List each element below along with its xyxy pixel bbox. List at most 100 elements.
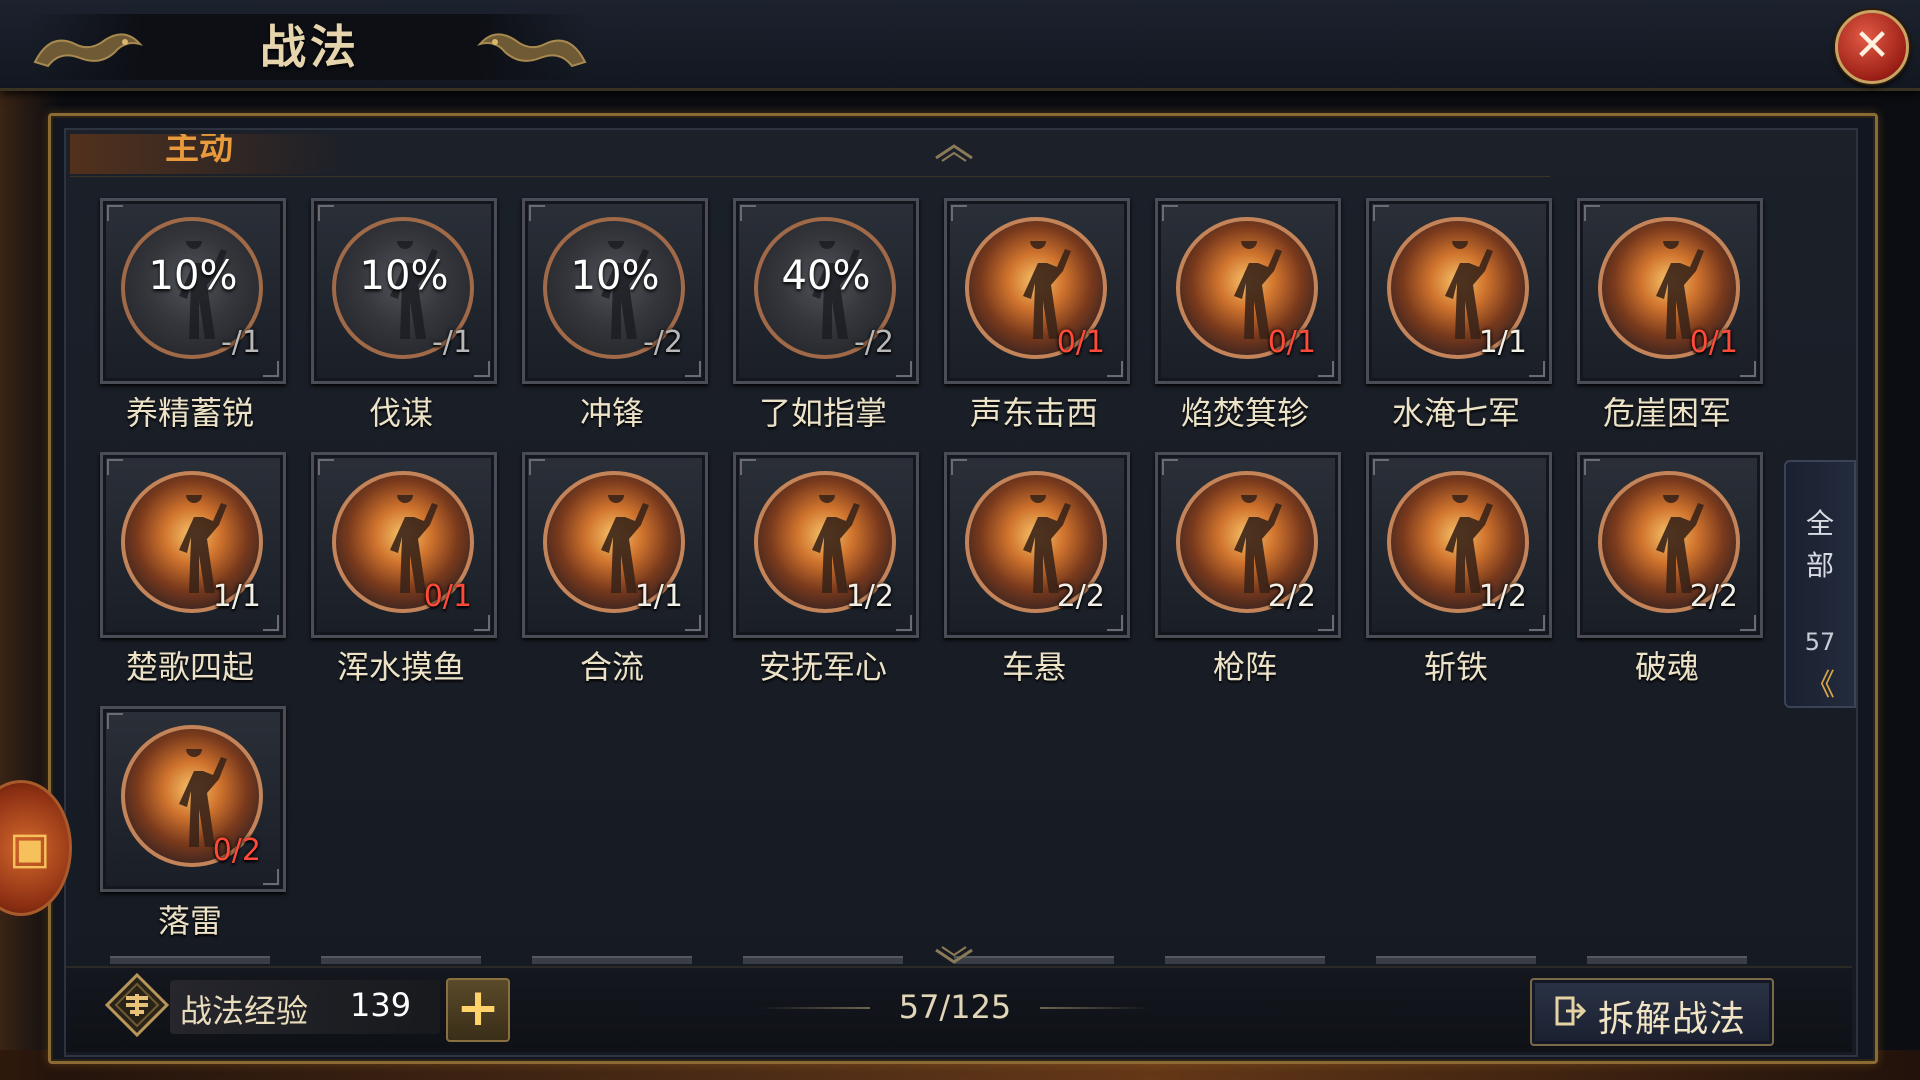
next-row-card-edge [532, 956, 692, 964]
skill-frame: 0/2 [100, 706, 286, 892]
skill-card[interactable]: 0/1 焰焚箕轸 [1155, 198, 1341, 448]
skill-count: 1/2 [1478, 579, 1527, 614]
skill-count: 0/1 [1267, 325, 1316, 360]
skill-name: 落雷 [157, 902, 222, 940]
skill-card[interactable]: 0/1 声东击西 [944, 198, 1130, 448]
skill-name: 危崖困军 [1602, 394, 1731, 432]
skill-count: -/2 [853, 325, 894, 360]
skill-count: -/1 [220, 325, 261, 360]
chest-icon: ▣ [9, 823, 51, 874]
skill-card[interactable]: 1/2 斩铁 [1366, 452, 1552, 702]
skill-card[interactable]: 10% -/1 养精蓄锐 [100, 198, 286, 448]
skill-name: 车悬 [1001, 648, 1066, 686]
skill-progress-percent: 40% [781, 253, 871, 299]
next-row-card-edge [1165, 956, 1325, 964]
skill-progress-percent: 10% [359, 253, 449, 299]
skill-count: 1/1 [1478, 325, 1527, 360]
skill-count: 0/1 [423, 579, 472, 614]
skill-card[interactable]: 1/1 楚歌四起 [100, 452, 286, 702]
section-tab-active[interactable]: 主动 [70, 134, 350, 174]
page-divider-left [760, 1007, 870, 1009]
skill-card[interactable]: 1/1 合流 [522, 452, 708, 702]
skill-frame: 0/1 [944, 198, 1130, 384]
skill-frame: 1/1 [522, 452, 708, 638]
skill-count: 2/2 [1056, 579, 1105, 614]
exp-label: 战法经验 [180, 992, 309, 1030]
skill-count: 2/2 [1689, 579, 1738, 614]
add-exp-button[interactable]: + [446, 978, 510, 1042]
skill-frame: 2/2 [1155, 452, 1341, 638]
collapse-chevron-icon[interactable]: 《 [1786, 660, 1854, 704]
next-row-card-edge [110, 956, 270, 964]
scroll-down-chevron-icon[interactable] [932, 946, 976, 966]
skill-card[interactable]: 2/2 破魂 [1577, 452, 1763, 702]
skill-count: 0/1 [1689, 325, 1738, 360]
skill-card[interactable]: 1/1 水淹七军 [1366, 198, 1552, 448]
skill-count: -/1 [431, 325, 472, 360]
skill-exp-icon [104, 972, 170, 1038]
dismantle-skill-button[interactable]: 拆解战法 [1530, 978, 1774, 1046]
skill-name: 合流 [579, 648, 644, 686]
skill-name: 安抚军心 [758, 648, 887, 686]
skill-count: 1/2 [845, 579, 894, 614]
filter-count: 57 [1804, 628, 1836, 656]
skill-name: 浑水摸鱼 [336, 648, 465, 686]
skill-frame: 10% -/1 [311, 198, 497, 384]
exp-value: 139 [350, 986, 412, 1024]
next-row-card-edge [1376, 956, 1536, 964]
skill-card[interactable]: 10% -/2 冲锋 [522, 198, 708, 448]
skill-frame: 0/1 [1155, 198, 1341, 384]
page-title: 战法 [260, 20, 360, 74]
skill-count: 1/1 [212, 579, 261, 614]
skill-frame: 10% -/2 [522, 198, 708, 384]
skill-count: 57/125 [898, 988, 1012, 1026]
skill-frame: 0/1 [1577, 198, 1763, 384]
filter-tab-all[interactable]: 全 部 57 《 [1784, 460, 1856, 708]
skill-name: 冲锋 [579, 394, 644, 432]
exit-arrow-icon [1555, 996, 1587, 1026]
skill-name: 楚歌四起 [125, 648, 254, 686]
dragon-ornament-left-icon [33, 33, 143, 68]
skill-progress-percent: 10% [148, 253, 238, 299]
skill-name: 声东击西 [969, 394, 1098, 432]
skill-frame: 10% -/1 [100, 198, 286, 384]
skill-name: 伐谋 [368, 394, 433, 432]
skill-name: 了如指掌 [758, 394, 887, 432]
plus-icon: + [456, 978, 500, 1038]
skill-progress-percent: 10% [570, 253, 660, 299]
skill-count: 0/2 [212, 833, 261, 868]
skill-card[interactable]: 10% -/1 伐谋 [311, 198, 497, 448]
skill-card[interactable]: 0/2 落雷 [100, 706, 286, 956]
skill-count: 0/1 [1056, 325, 1105, 360]
skill-name: 养精蓄锐 [125, 394, 254, 432]
close-icon: ✕ [1853, 20, 1891, 71]
skill-card[interactable]: 2/2 枪阵 [1155, 452, 1341, 702]
dismantle-label: 拆解战法 [1598, 999, 1747, 1040]
skill-card[interactable]: 0/1 危崖困军 [1577, 198, 1763, 448]
next-row-card-edge [1587, 956, 1747, 964]
skill-frame: 1/1 [100, 452, 286, 638]
skill-frame: 40% -/2 [733, 198, 919, 384]
skill-frame: 1/2 [1366, 452, 1552, 638]
skill-frame: 2/2 [944, 452, 1130, 638]
skill-name: 破魂 [1634, 648, 1699, 686]
next-row-card-edge [743, 956, 903, 964]
skill-count: -/2 [642, 325, 683, 360]
skill-card[interactable]: 1/2 安抚军心 [733, 452, 919, 702]
filter-label-line1: 全 [1805, 507, 1834, 540]
skill-name: 水淹七军 [1391, 394, 1520, 432]
section-divider [70, 176, 1550, 177]
next-row-card-edge [321, 956, 481, 964]
next-row-card-edge [954, 956, 1114, 964]
section-label: 主动 [165, 134, 233, 168]
skill-card[interactable]: 40% -/2 了如指掌 [733, 198, 919, 448]
skill-name: 焰焚箕轸 [1180, 394, 1309, 432]
skill-count: 2/2 [1267, 579, 1316, 614]
skill-name: 枪阵 [1212, 648, 1277, 686]
filter-label-line2: 部 [1805, 549, 1834, 582]
close-button[interactable]: ✕ [1835, 10, 1909, 84]
skill-card[interactable]: 2/2 车悬 [944, 452, 1130, 702]
skill-card[interactable]: 0/1 浑水摸鱼 [311, 452, 497, 702]
scroll-up-chevron-icon[interactable] [932, 142, 976, 162]
skill-count: 1/1 [634, 579, 683, 614]
